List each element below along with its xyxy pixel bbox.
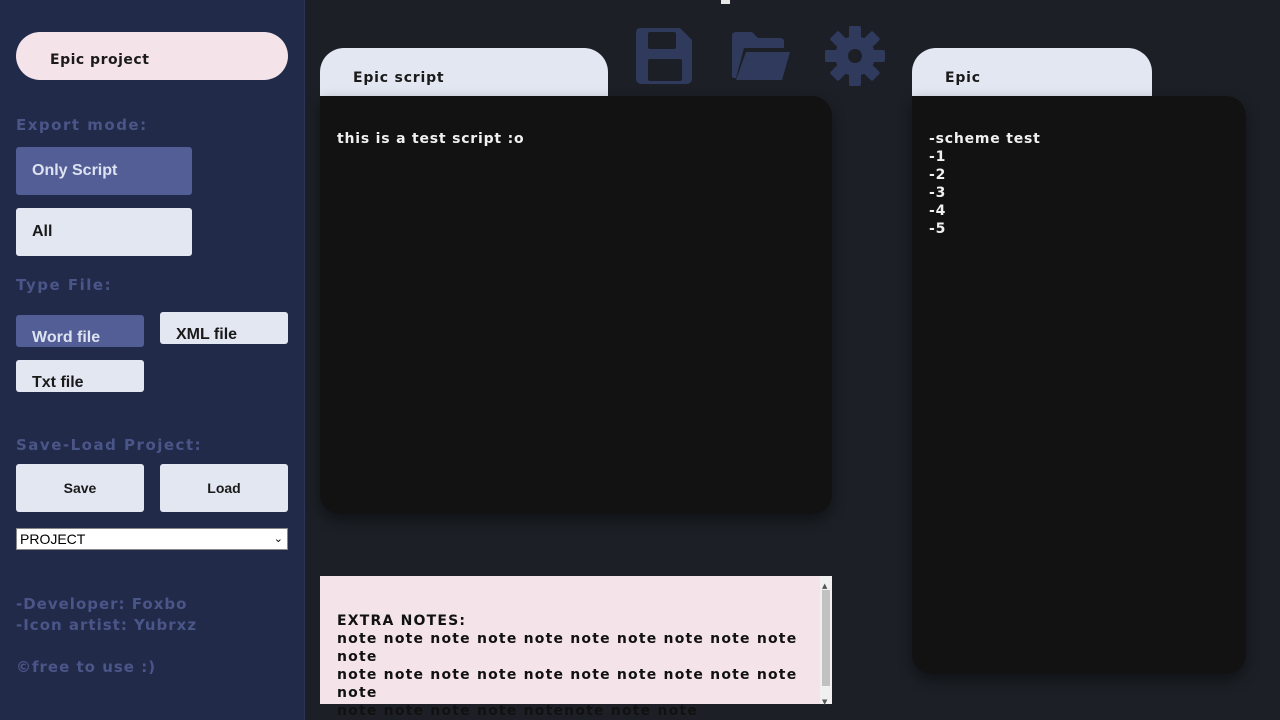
- top-handle: [721, 0, 730, 4]
- save-button[interactable]: Save: [16, 464, 144, 512]
- project-name-pill[interactable]: Epic project: [16, 32, 288, 80]
- extra-notes-line: note note note note note note note note …: [337, 667, 798, 701]
- scroll-down-icon[interactable]: ▼: [822, 693, 829, 711]
- floppy-disk-icon[interactable]: [634, 26, 696, 86]
- type-file-label: Type File:: [16, 276, 113, 294]
- chevron-down-icon: ⌄: [273, 533, 283, 545]
- script-tab[interactable]: Epic script: [320, 48, 608, 96]
- notes-scrollbar[interactable]: ▲ ▼: [820, 576, 832, 706]
- credit-icon-artist: -Icon artist: Yubrxz: [16, 616, 198, 634]
- scheme-line: -5: [929, 221, 947, 237]
- word-file-button[interactable]: Word file: [16, 315, 144, 347]
- load-button[interactable]: Load: [160, 464, 288, 512]
- scheme-tab[interactable]: Epic: [912, 48, 1152, 96]
- scheme-line: -1: [929, 149, 947, 165]
- extra-notes-heading: EXTRA NOTES:: [337, 613, 467, 629]
- export-only-script-button[interactable]: Only Script: [16, 147, 192, 195]
- scheme-line: -4: [929, 203, 947, 219]
- scheme-panel[interactable]: -scheme test -1 -2 -3 -4 -5: [912, 96, 1246, 674]
- save-load-label: Save-Load Project:: [16, 436, 203, 454]
- export-mode-label: Export mode:: [16, 116, 148, 134]
- txt-file-button[interactable]: Txt file: [16, 360, 144, 392]
- free-to-use-note: ©free to use :): [16, 658, 157, 676]
- scheme-line: -scheme test: [929, 131, 1041, 147]
- extra-notes-line: note note note note note note note note …: [337, 631, 798, 665]
- project-select[interactable]: PROJECT ⌄: [16, 528, 288, 550]
- script-content[interactable]: this is a test script :o: [337, 130, 832, 148]
- project-select-value: PROJECT: [20, 531, 86, 547]
- sidebar: Epic project Export mode: Only Script Al…: [0, 0, 305, 720]
- extra-notes-line: note note note note notenote note note: [337, 703, 699, 719]
- scheme-line: -3: [929, 185, 947, 201]
- script-editor[interactable]: this is a test script :o: [320, 96, 832, 514]
- export-all-button[interactable]: All: [16, 208, 192, 256]
- extra-notes-textarea[interactable]: EXTRA NOTES: note note note note note no…: [320, 576, 832, 719]
- scheme-line: -2: [929, 167, 947, 183]
- folder-icon[interactable]: [730, 26, 792, 86]
- gear-icon[interactable]: [824, 26, 886, 86]
- xml-file-button[interactable]: XML file: [160, 312, 288, 344]
- credits: -Developer: Foxbo -Icon artist: Yubrxz: [16, 594, 197, 636]
- credit-developer: -Developer: Foxbo: [16, 595, 188, 613]
- scrollbar-thumb[interactable]: [822, 590, 830, 686]
